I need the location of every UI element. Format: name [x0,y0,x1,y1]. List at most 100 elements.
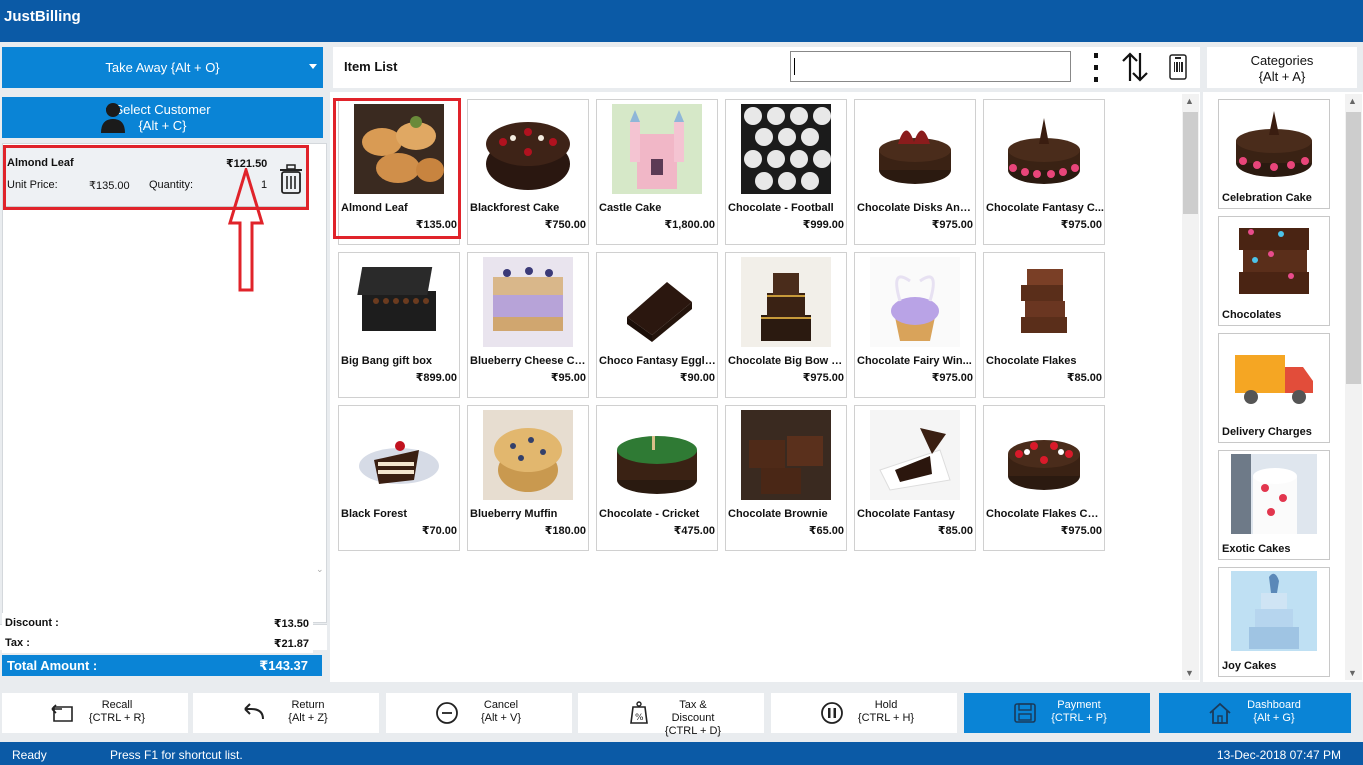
category-name: Delivery Charges [1222,426,1312,438]
item-card[interactable]: Chocolate - Cricket ₹475.00 [596,405,718,551]
item-price: ₹1,800.00 [664,219,715,231]
item-image [354,410,444,500]
item-card[interactable]: Black Forest ₹70.00 [338,405,460,551]
search-input[interactable] [790,51,1071,82]
category-image [1231,571,1317,651]
cancel-button[interactable]: Cancel {Alt + V} [386,693,572,733]
scanner-icon[interactable] [1168,53,1188,81]
item-name: Castle Cake [599,202,662,214]
categories-shortcut: {Alt + A} [1258,69,1306,84]
item-card[interactable]: Chocolate - Football ₹999.00 [725,99,847,245]
hold-button[interactable]: Hold {CTRL + H} [771,693,957,733]
item-name: Chocolate Flakes Cake [986,508,1104,520]
order-type-dropdown[interactable]: Take Away {Alt + O} [2,47,323,88]
item-price: ₹85.00 [937,525,973,537]
item-name: Blueberry Cheese Ca... [470,355,588,367]
category-image [1231,220,1317,300]
action-label: Recall [101,699,133,711]
item-card[interactable]: Chocolate Fairy Win... ₹975.00 [854,252,976,398]
item-card[interactable]: Chocolate Brownie ₹65.00 [725,405,847,551]
item-name: Chocolate Disks And... [857,202,975,214]
scrollbar-thumb[interactable] [1346,112,1361,384]
scrollbar-thumb[interactable] [1183,112,1198,214]
item-name: Chocolate - Football [728,202,834,214]
order-panel: Take Away {Alt + O} Select Customer {Alt… [0,42,330,680]
item-list-title: Item List [344,59,398,74]
scroll-up-icon[interactable]: ▲ [1348,96,1357,106]
item-image [483,104,573,194]
item-card[interactable]: Chocolate Flakes ₹85.00 [983,252,1105,398]
item-name: Blueberry Muffin [470,508,558,520]
more-vertical-icon[interactable] [1093,51,1099,83]
dashboard-icon [1209,702,1231,724]
item-name: Black Forest [341,508,408,520]
item-card[interactable]: Chocolate Disks And... ₹975.00 [854,99,976,245]
action-shortcut: {Alt + Z} [288,712,328,724]
action-bar: Recall {CTRL + R} Return {Alt + Z} Cancel {Al… [0,686,1363,738]
scroll-up-icon[interactable]: ▲ [1185,96,1194,106]
discount-value: ₹13.50 [273,618,309,630]
order-type-label: Take Away {Alt + O} [105,60,220,75]
sort-icon[interactable] [1120,51,1150,83]
item-card[interactable]: Chocolate Fantasy ₹85.00 [854,405,976,551]
item-card[interactable]: Blueberry Muffin ₹180.00 [467,405,589,551]
recall-button[interactable]: Recall {CTRL + R} [2,693,188,733]
shortcut-hint: Press F1 for shortcut list. [110,748,243,762]
status-text: Ready [12,748,47,762]
tax-row: Tax : ₹21.87 [2,633,313,653]
item-card[interactable]: Castle Cake ₹1,800.00 [596,99,718,245]
item-image [741,257,831,347]
item-name: Chocolate Flakes [986,355,1077,367]
dashboard-button[interactable]: Dashboard {Alt + G} [1159,693,1351,733]
select-customer-label: Select Customer [114,102,211,117]
item-image [999,257,1089,347]
scroll-down-icon[interactable]: ▼ [1185,668,1194,678]
action-label: Tax & Discount [671,699,715,724]
scroll-down-icon[interactable]: ▼ [1348,668,1357,678]
tax-label: Tax : [5,637,30,649]
select-customer-button[interactable]: Select Customer {Alt + C} [2,97,323,138]
category-name: Chocolates [1222,309,1282,321]
item-card[interactable]: Chocolate Flakes Cake ₹975.00 [983,405,1105,551]
category-card[interactable]: Chocolates [1218,216,1330,326]
return-button[interactable]: Return {Alt + Z} [193,693,379,733]
item-image [870,257,960,347]
item-grid-scrollbar[interactable]: ▲ ▼ [1182,94,1199,680]
tax-discount-icon: % [630,701,648,724]
discount-row: Discount : ₹13.50 [2,613,313,633]
category-card[interactable]: Exotic Cakes [1218,450,1330,560]
category-card[interactable]: Celebration Cake [1218,99,1330,209]
action-shortcut: {Alt + V} [480,712,522,724]
total-amount-value: ₹143.37 [259,658,308,673]
item-card[interactable]: Chocolate Big Bow C... ₹975.00 [725,252,847,398]
item-price: ₹975.00 [1060,525,1102,537]
action-label: Dashboard [1247,699,1301,711]
chevron-down-icon [309,64,317,69]
payment-button[interactable]: Payment {CTRL + P} [964,693,1150,733]
action-shortcut: {CTRL + D} [664,725,722,737]
total-amount-label: Total Amount : [7,658,98,673]
item-card[interactable]: Choco Fantasy Eggle... ₹90.00 [596,252,718,398]
categories-header[interactable]: Categories {Alt + A} [1207,47,1357,88]
action-shortcut: {CTRL + H} [857,712,915,724]
text-cursor [794,58,795,75]
item-card[interactable]: Chocolate Fantasy C... ₹975.00 [983,99,1105,245]
item-card[interactable]: Big Bang gift box ₹899.00 [338,252,460,398]
total-amount-row: Total Amount : ₹143.37 [2,655,322,676]
scroll-down-icon[interactable]: ⌄ [316,564,324,575]
item-image [612,257,702,347]
categories-title: Categories [1250,53,1314,68]
category-card[interactable]: Joy Cakes [1218,567,1330,677]
item-card[interactable]: Blackforest Cake ₹750.00 [467,99,589,245]
item-price: ₹85.00 [1066,372,1102,384]
tax-discount-button[interactable]: % Tax & Discount {CTRL + D} [578,693,764,737]
category-scrollbar[interactable]: ▲ ▼ [1345,94,1362,680]
category-card[interactable]: Delivery Charges [1218,333,1330,443]
item-price: ₹475.00 [673,525,715,537]
item-image [483,410,573,500]
action-label: Cancel [483,699,519,711]
item-price: ₹975.00 [802,372,844,384]
item-name: Blackforest Cake [470,202,560,214]
item-image [999,410,1089,500]
item-card[interactable]: Blueberry Cheese Ca... ₹95.00 [467,252,589,398]
